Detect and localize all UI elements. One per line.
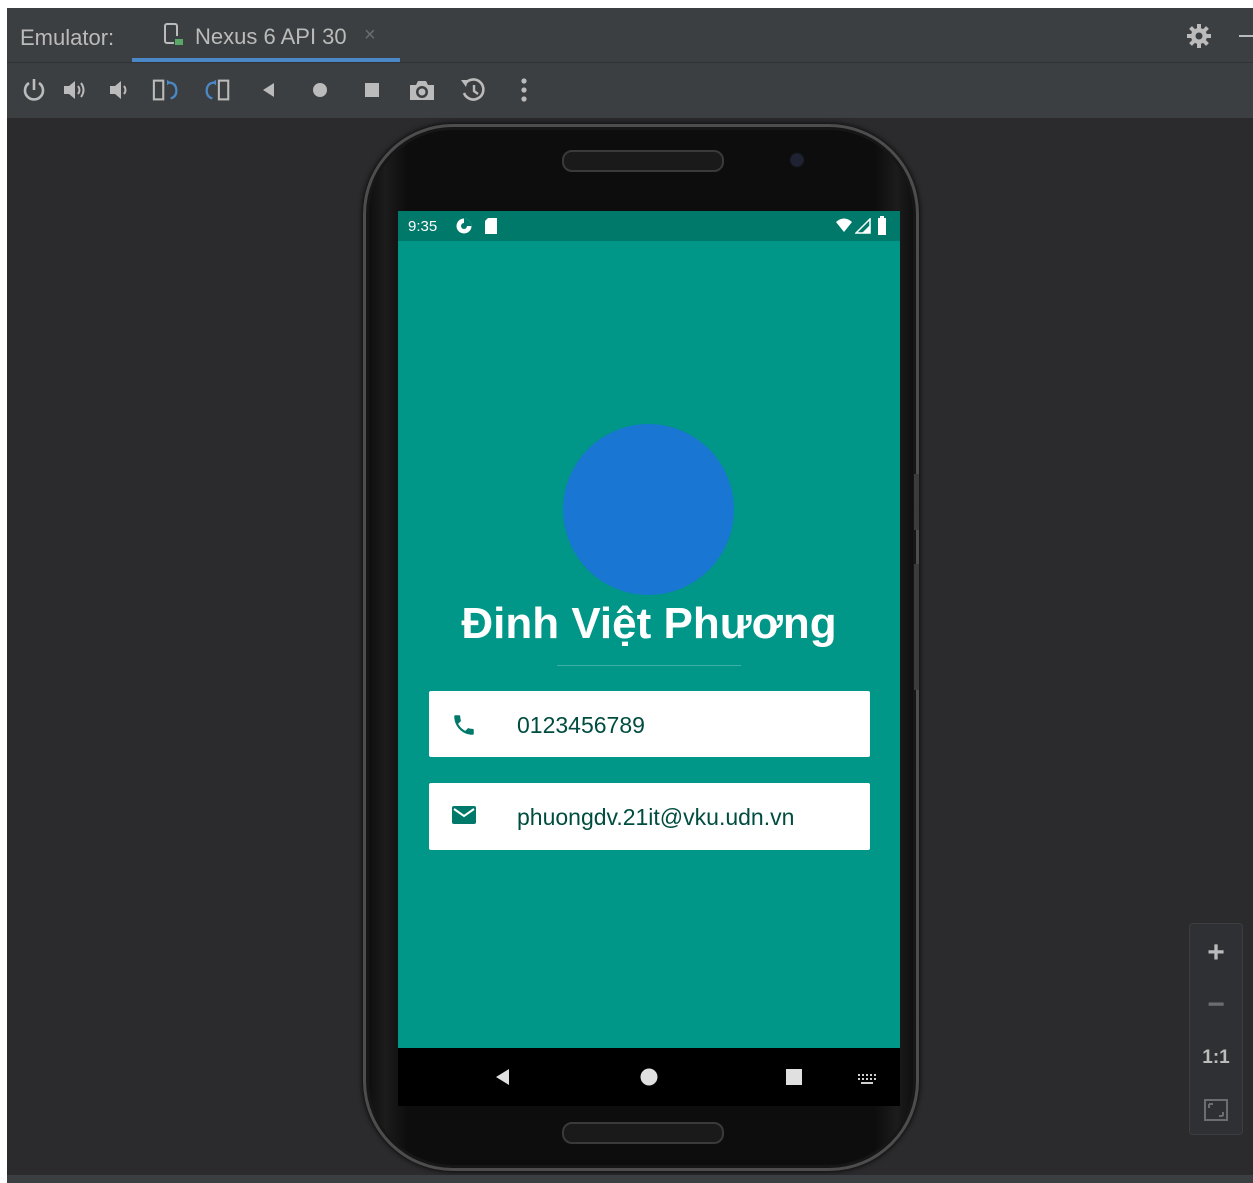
power-icon[interactable] [19, 75, 49, 105]
email-address: phuongdv.21it@vku.udn.vn [517, 804, 795, 830]
device-icon [162, 23, 188, 54]
zoom-in-button[interactable]: + [1190, 936, 1242, 970]
volume-up-icon[interactable] [61, 75, 91, 105]
cell-signal-icon [854, 217, 871, 239]
divider [557, 665, 741, 666]
zoom-controls: + − 1:1 [1189, 923, 1243, 1135]
side-button[interactable] [914, 564, 919, 690]
wifi-icon [835, 218, 853, 239]
mail-icon [451, 804, 477, 831]
front-camera [791, 154, 803, 166]
tab-label: Nexus 6 API 30 [195, 24, 347, 49]
emulator-label: Emulator: [20, 25, 115, 50]
minimize-icon[interactable] [1239, 35, 1253, 37]
home-icon[interactable] [305, 75, 335, 105]
battery-icon [877, 216, 887, 240]
back-icon[interactable] [254, 75, 284, 105]
fit-screen-icon[interactable] [1204, 1099, 1228, 1126]
emulator-toolbar [7, 63, 1253, 119]
more-icon[interactable] [509, 75, 539, 105]
rotate-right-icon[interactable] [202, 75, 232, 105]
speaker-grille [562, 1122, 724, 1144]
profile-screen: Đinh Việt Phương 0123456789 phuongdv.21i… [398, 241, 900, 1048]
navigation-bar [398, 1048, 900, 1106]
tab-active-indicator [132, 58, 400, 62]
sd-card-icon [484, 217, 498, 240]
status-bar: 9:35 [398, 211, 900, 241]
snapshot-icon[interactable] [459, 75, 489, 105]
status-time: 9:35 [408, 218, 438, 235]
rotate-left-icon[interactable] [152, 75, 182, 105]
zoom-out-button[interactable]: − [1190, 988, 1242, 1022]
email-card[interactable]: phuongdv.21it@vku.udn.vn [429, 783, 870, 850]
profile-name: Đinh Việt Phương [461, 599, 837, 648]
camera-icon[interactable] [407, 75, 437, 105]
actual-size-button[interactable]: 1:1 [1190, 1047, 1242, 1069]
emulator-window: Emulator: Nexus 6 API 30 × 9:35 Đinh Việ… [7, 8, 1253, 1183]
close-icon[interactable]: × [364, 24, 376, 47]
volume-down-icon[interactable] [105, 75, 135, 105]
speaker-grille [562, 150, 724, 172]
tool-window-header: Emulator: Nexus 6 API 30 × [7, 8, 1253, 63]
side-button[interactable] [914, 474, 919, 530]
phone-icon [451, 712, 477, 743]
window-bottom-border [7, 1175, 1253, 1183]
data-saver-icon [455, 217, 473, 240]
overview-icon[interactable] [357, 75, 387, 105]
device-frame: 9:35 Đinh Việt Phương 0123456789 phuongd… [363, 124, 919, 1171]
device-screen[interactable]: 9:35 Đinh Việt Phương 0123456789 phuongd… [398, 211, 900, 1106]
keyboard-icon[interactable] [857, 1072, 877, 1090]
nav-back-icon[interactable] [493, 1067, 513, 1092]
avatar [563, 424, 734, 595]
tab-nexus-6-api-30[interactable]: Nexus 6 API 30 × [132, 8, 400, 62]
gear-icon[interactable] [1185, 22, 1213, 55]
phone-number: 0123456789 [517, 712, 645, 738]
phone-card[interactable]: 0123456789 [429, 691, 870, 757]
nav-overview-icon[interactable] [784, 1067, 804, 1092]
nav-home-icon[interactable] [639, 1067, 659, 1092]
